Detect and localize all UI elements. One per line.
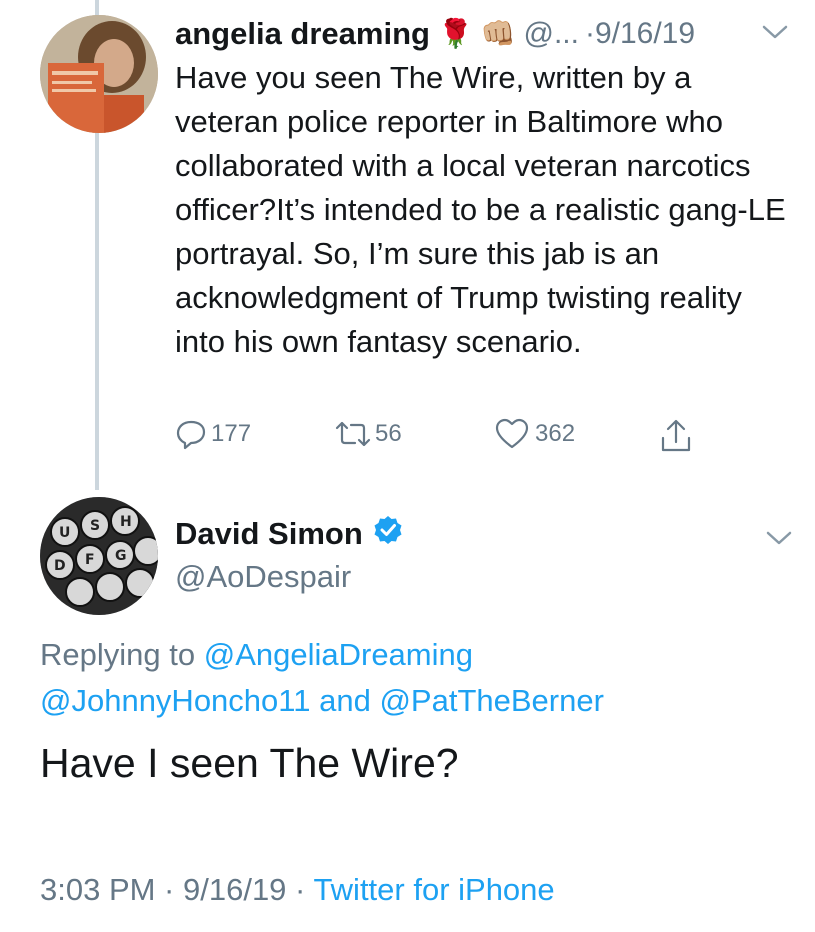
reply-button[interactable]: 177 [175, 418, 251, 450]
tweet-timestamp[interactable]: 3:03 PM · 9/16/19 · [40, 872, 305, 907]
mention-link[interactable]: @AngeliaDreaming [204, 637, 473, 672]
author-handle[interactable]: @AoDespair [175, 559, 351, 595]
replying-prefix: Replying to [40, 637, 196, 672]
author-name[interactable]: David Simon [175, 516, 363, 552]
avatar[interactable] [40, 15, 158, 133]
like-button[interactable]: 362 [495, 418, 575, 450]
svg-text:G: G [115, 548, 127, 564]
author-emojis: 🌹 👊🏼 [437, 18, 516, 49]
share-button[interactable] [660, 418, 692, 454]
svg-text:H: H [120, 514, 132, 530]
tweet-date[interactable]: ·9/16/19 [585, 17, 695, 51]
svg-text:U: U [59, 525, 70, 541]
retweet-count: 56 [375, 420, 402, 447]
avatar[interactable]: U S H D F G [40, 497, 158, 615]
svg-text:D: D [54, 558, 66, 574]
typewriter-keys-image-icon: U S H D F G [40, 497, 158, 615]
tweet-meta: 3:03 PM · 9/16/19 · Twitter for iPhone [40, 872, 555, 908]
author-name[interactable]: angelia dreaming [175, 16, 430, 52]
author-handle[interactable]: @... [523, 17, 578, 51]
avatar-image-icon [40, 15, 158, 133]
retweet-icon [333, 418, 373, 450]
like-count: 362 [535, 420, 576, 447]
reply-icon [175, 418, 207, 450]
tweet-text: Have you seen The Wire, written by a vet… [175, 60, 786, 359]
svg-text:S: S [90, 518, 100, 534]
mention-link[interactable]: @PatTheBerner [379, 683, 603, 718]
chevron-down-icon[interactable] [766, 530, 792, 551]
author-name-row: David Simon [175, 515, 403, 553]
chevron-down-icon[interactable] [762, 24, 788, 45]
mention-link[interactable]: @JohnnyHoncho11 [40, 683, 310, 718]
heart-icon [495, 418, 529, 450]
svg-text:F: F [85, 552, 95, 568]
tweet1-header: angelia dreaming 🌹 👊🏼 @... ·9/16/19 [175, 12, 695, 56]
verified-badge-icon [373, 515, 403, 553]
mention-conjunction: and [319, 683, 371, 718]
retweet-button[interactable]: 56 [333, 418, 402, 450]
reply-count: 177 [211, 420, 252, 447]
tweet-text: Have I seen The Wire? [40, 740, 459, 786]
replying-to-line: Replying to @AngeliaDreaming @JohnnyHonc… [40, 632, 780, 724]
tweet-source-link[interactable]: Twitter for iPhone [313, 872, 554, 907]
share-icon [660, 418, 692, 454]
